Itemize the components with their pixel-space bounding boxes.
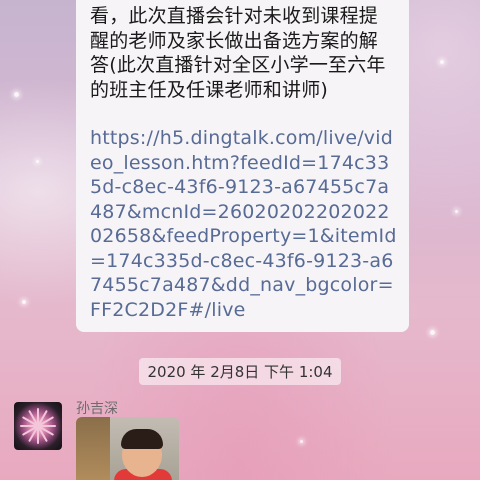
sender-avatar[interactable]: [14, 402, 62, 450]
message-link[interactable]: https://h5.dingtalk.com/live/video_lesso…: [90, 126, 397, 322]
background-sparkle: [300, 440, 303, 443]
message-bubble[interactable]: 看，此次直播会针对未收到课程提醒的老师及家长做出备选方案的解答(此次直播针对全区…: [76, 0, 409, 332]
background-sparkle: [455, 210, 458, 213]
background-sparkle: [22, 300, 26, 304]
message-timestamp: 2020 年 2月8日 下午 1:04: [139, 358, 341, 385]
background-sparkle: [440, 60, 444, 64]
image-message[interactable]: [76, 417, 179, 480]
photo-background: [76, 417, 110, 480]
background-sparkle: [14, 92, 19, 97]
message-text: 看，此次直播会针对未收到课程提醒的老师及家长做出备选方案的解答(此次直播针对全区…: [90, 5, 386, 101]
background-sparkle: [430, 330, 435, 335]
sender-name: 孙吉深: [76, 401, 118, 417]
background-sparkle: [36, 160, 39, 163]
photo-child-hair: [121, 429, 163, 449]
timestamp-row: 2020 年 2月8日 下午 1:04: [0, 358, 480, 385]
